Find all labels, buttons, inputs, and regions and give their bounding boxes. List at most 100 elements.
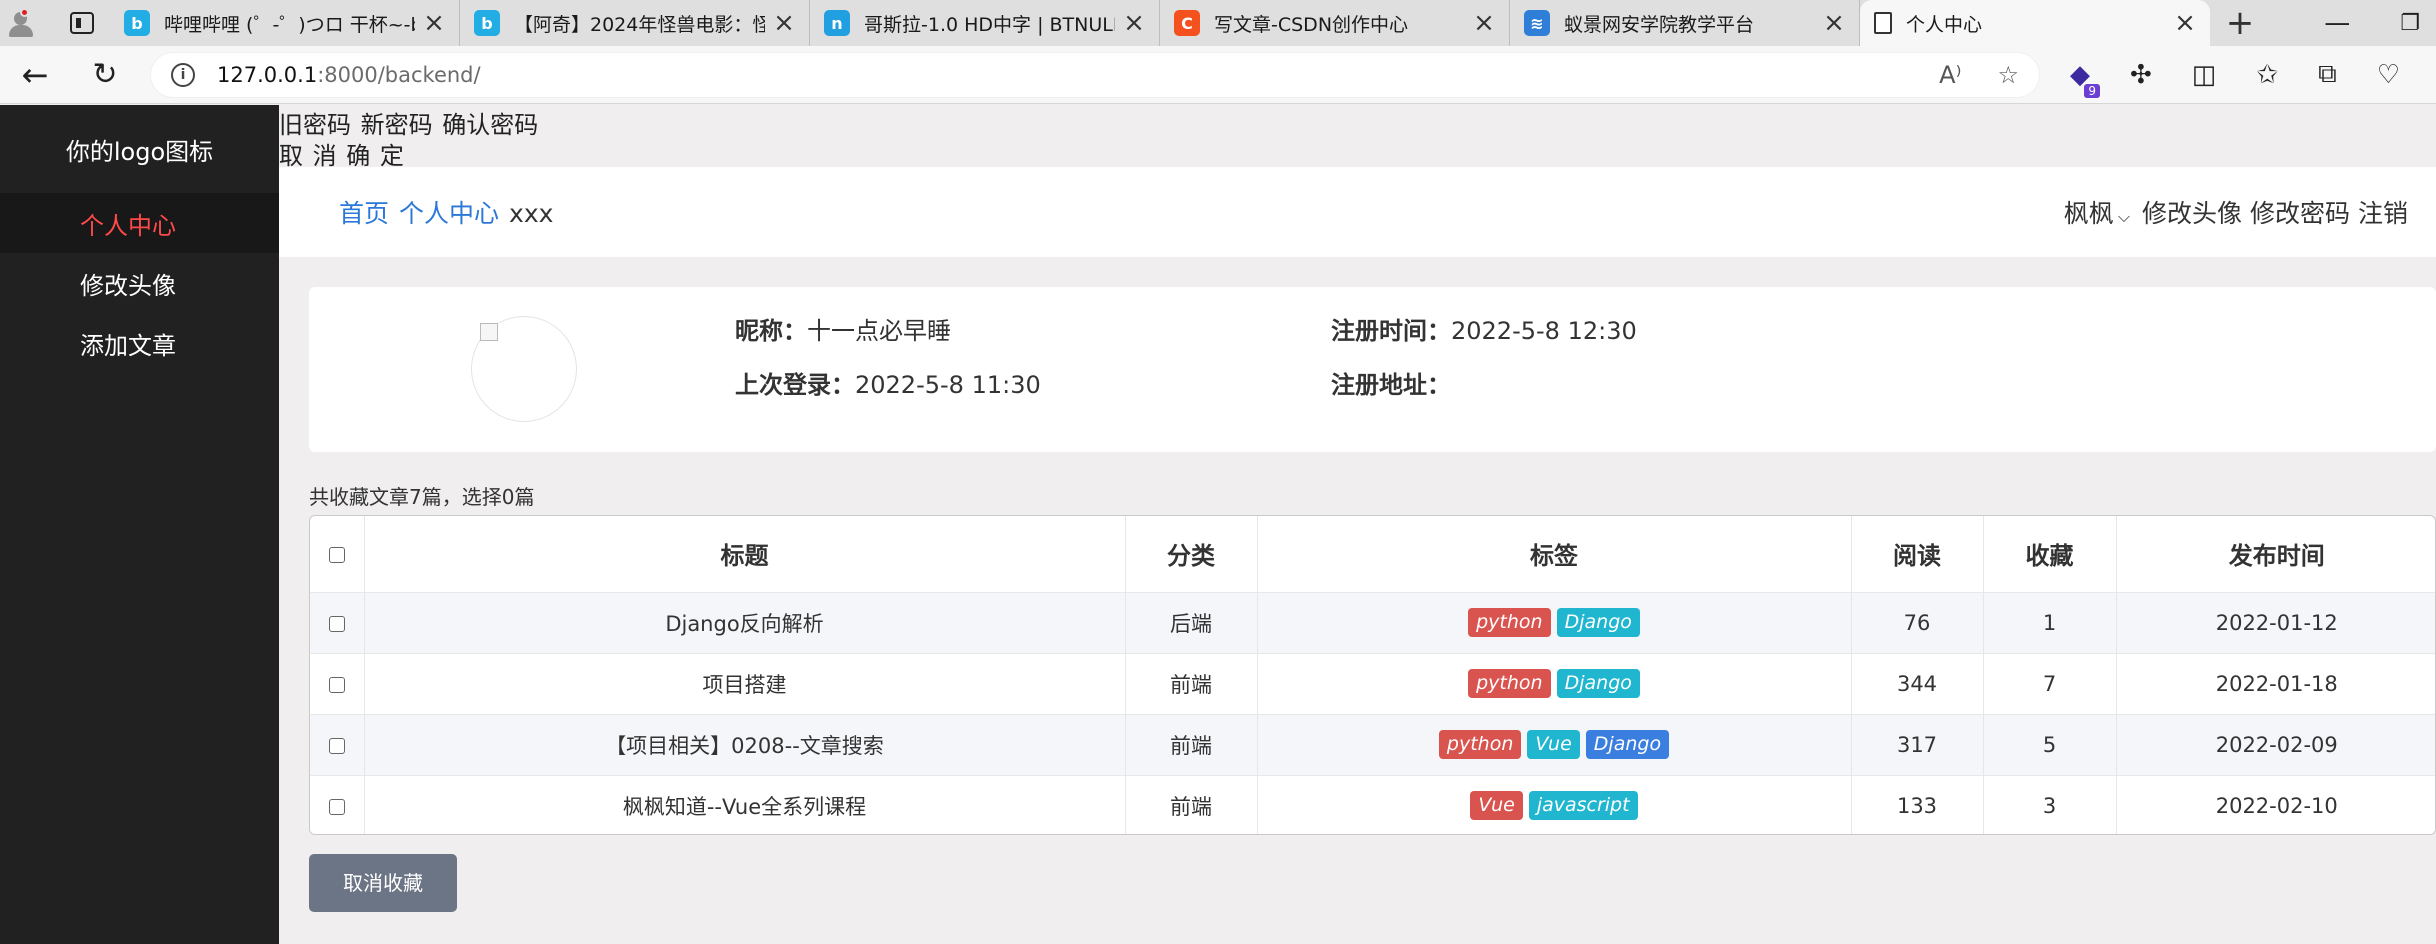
split-screen-icon[interactable]: ◫ <box>2192 60 2217 90</box>
collections-icon[interactable]: ⧉ <box>2318 59 2337 90</box>
browser-tab[interactable]: b 【阿奇】2024年怪兽电影：怪兽 × <box>460 0 810 46</box>
cancel-favorite-button[interactable]: 取消收藏 <box>309 854 457 912</box>
register-address-row: 注册地址： <box>1331 365 1451 400</box>
article-favorites: 1 <box>1983 591 2117 653</box>
article-reads: 317 <box>1851 713 1984 775</box>
article-date: 2022-01-18 <box>2116 652 2435 714</box>
tag-badge: Django <box>1585 730 1670 759</box>
register-address-label: 注册地址： <box>1331 371 1451 399</box>
user-name: 枫枫 <box>2063 199 2114 228</box>
sidebar-item-profile[interactable]: 个人中心 <box>0 193 279 253</box>
close-tab-icon[interactable]: × <box>423 8 445 38</box>
table-row[interactable]: Django反向解析 后端 python Django 76 1 2022-01-12 <box>310 591 2435 653</box>
table-row[interactable]: 【项目相关】0208--文章搜索 前端 python Vue Django 317 5 202… <box>310 713 2435 775</box>
column-header-reads: 阅读 <box>1851 516 1984 592</box>
register-time-label: 注册时间： <box>1331 317 1451 345</box>
article-date: 2022-02-10 <box>2116 774 2435 834</box>
breadcrumb-home[interactable]: 首页 <box>339 199 389 228</box>
favorites-summary: 共收藏文章7篇，选择0篇 <box>309 485 535 509</box>
tag-badge: python <box>1438 730 1522 759</box>
breadcrumb-profile[interactable]: 个人中心 <box>399 199 499 228</box>
column-header-tags: 标签 <box>1257 516 1852 592</box>
row-select-cell <box>310 652 365 714</box>
user-dropdown[interactable]: 枫枫 ⌵ <box>2064 194 2134 230</box>
article-category: 前端 <box>1125 713 1258 775</box>
main-content: 旧密码 新密码 确认密码 取 消 确 定 首页 个人中心 xxx 枫枫 ⌵ 修改头像 … <box>279 105 2436 944</box>
row-checkbox[interactable] <box>328 798 345 815</box>
minimize-icon[interactable]: — <box>2324 8 2350 38</box>
nickname-row: 昵称：十一点必早睡 <box>735 311 951 346</box>
browser-tab[interactable]: C 写文章-CSDN创作中心 × <box>1160 0 1510 46</box>
browser-tab[interactable]: b 哔哩哔哩 (゜-゜)つロ 干杯~-bilibili × <box>110 0 460 46</box>
sidebar-item-add-article[interactable]: 添加文章 <box>0 313 279 373</box>
close-tab-icon[interactable]: × <box>1473 8 1495 38</box>
article-tags: python Django <box>1257 591 1852 653</box>
article-title[interactable]: Django反向解析 <box>364 591 1126 653</box>
change-avatar-link[interactable]: 修改头像 <box>2142 194 2242 230</box>
csdn-icon: C <box>1174 10 1200 36</box>
url-field[interactable]: i 127.0.0.1:8000/backend/ A⁾ ☆ <box>150 51 2040 98</box>
puzzle-icon[interactable]: ✣ <box>2130 60 2152 90</box>
profile-icon[interactable] <box>6 8 36 38</box>
tab-actions-icon[interactable] <box>70 12 94 34</box>
sidebar-item-change-avatar[interactable]: 修改头像 <box>0 253 279 313</box>
article-favorites: 3 <box>1983 774 2117 834</box>
row-checkbox[interactable] <box>328 615 345 632</box>
table-row[interactable]: 项目搭建 前端 python Django 344 7 2022-01-18 <box>310 652 2435 714</box>
refresh-icon[interactable]: ↻ <box>70 57 140 92</box>
tag-badge: Django <box>1556 669 1640 698</box>
btnull-icon: n <box>824 10 850 36</box>
table-row[interactable]: 枫枫知道--Vue全系列课程 前端 Vue javascript 133 3 2022-02… <box>310 774 2435 834</box>
tab-bar-lead <box>0 0 110 46</box>
favorites-list-icon[interactable]: ✩ <box>2256 60 2278 90</box>
browser-tab[interactable]: ≋ 蚁景网安学院教学平台 × <box>1510 0 1860 46</box>
nickname-label: 昵称： <box>735 317 807 345</box>
article-title[interactable]: 枫枫知道--Vue全系列课程 <box>364 774 1126 834</box>
back-arrow-icon[interactable]: ← <box>0 56 70 94</box>
browser-tab[interactable]: 个人中心 × <box>1860 0 2210 46</box>
read-aloud-icon[interactable]: A⁾ <box>1939 61 1961 89</box>
row-checkbox[interactable] <box>328 737 345 754</box>
broken-image-icon <box>480 323 498 341</box>
favorite-star-icon[interactable]: ☆ <box>1997 61 2019 89</box>
row-checkbox[interactable] <box>328 676 345 693</box>
close-tab-icon[interactable]: × <box>2174 8 2196 38</box>
password-form-buttons: 取 消 确 定 <box>279 142 404 170</box>
window-controls: — ❐ <box>2324 0 2436 46</box>
browser-tab[interactable]: n 哥斯拉-1.0 HD中字 | BTNULL 无 × <box>810 0 1160 46</box>
article-date: 2022-02-09 <box>2116 713 2435 775</box>
article-reads: 133 <box>1851 774 1984 834</box>
browser-essentials-icon[interactable]: ♡ <box>2377 60 2400 90</box>
select-all-cell <box>310 516 365 592</box>
tag-badge: Vue <box>1527 730 1580 759</box>
last-login-value: 2022-5-8 11:30 <box>855 371 1041 399</box>
extension-icon[interactable]: ◆ 9 <box>2070 60 2100 98</box>
site-info-icon[interactable]: i <box>171 62 195 87</box>
favorites-table: 标题 分类 标签 阅读 收藏 发布时间 Django反向解析 后端 python Dj… <box>309 515 2436 835</box>
breadcrumb: 首页 个人中心 xxx <box>339 194 553 230</box>
change-password-link[interactable]: 修改密码 <box>2250 194 2350 230</box>
column-header-title: 标题 <box>364 516 1126 592</box>
new-tab-button[interactable]: + <box>2210 0 2270 46</box>
extension-badge: 9 <box>2084 83 2100 98</box>
close-tab-icon[interactable]: × <box>1123 8 1145 38</box>
tab-title: 哥斯拉-1.0 HD中字 | BTNULL 无 <box>864 13 1115 36</box>
table-body: Django反向解析 后端 python Django 76 1 2022-01-12 项目搭… <box>310 591 2435 834</box>
register-time-row: 注册时间：2022-5-8 12:30 <box>1331 311 1637 346</box>
tab-title: 哔哩哔哩 (゜-゜)つロ 干杯~-bilibili <box>164 13 415 36</box>
article-title[interactable]: 【项目相关】0208--文章搜索 <box>364 713 1126 775</box>
last-login-row: 上次登录：2022-5-8 11:30 <box>735 365 1041 400</box>
close-tab-icon[interactable]: × <box>773 8 795 38</box>
logout-link[interactable]: 注销 <box>2358 194 2408 230</box>
avatar <box>471 316 577 422</box>
row-select-cell <box>310 713 365 775</box>
article-category: 前端 <box>1125 774 1258 834</box>
sidebar: 你的logo图标 个人中心 修改头像 添加文章 <box>0 105 279 944</box>
tag-badge: javascript <box>1528 791 1638 821</box>
tab-title: 【阿奇】2024年怪兽电影：怪兽 <box>514 13 765 36</box>
article-title[interactable]: 项目搭建 <box>364 652 1126 714</box>
select-all-checkbox[interactable] <box>328 546 345 563</box>
close-tab-icon[interactable]: × <box>1823 8 1845 38</box>
restore-icon[interactable]: ❐ <box>2400 11 2420 36</box>
header-user-menu: 枫枫 ⌵ 修改头像 修改密码 注销 <box>2064 194 2408 230</box>
